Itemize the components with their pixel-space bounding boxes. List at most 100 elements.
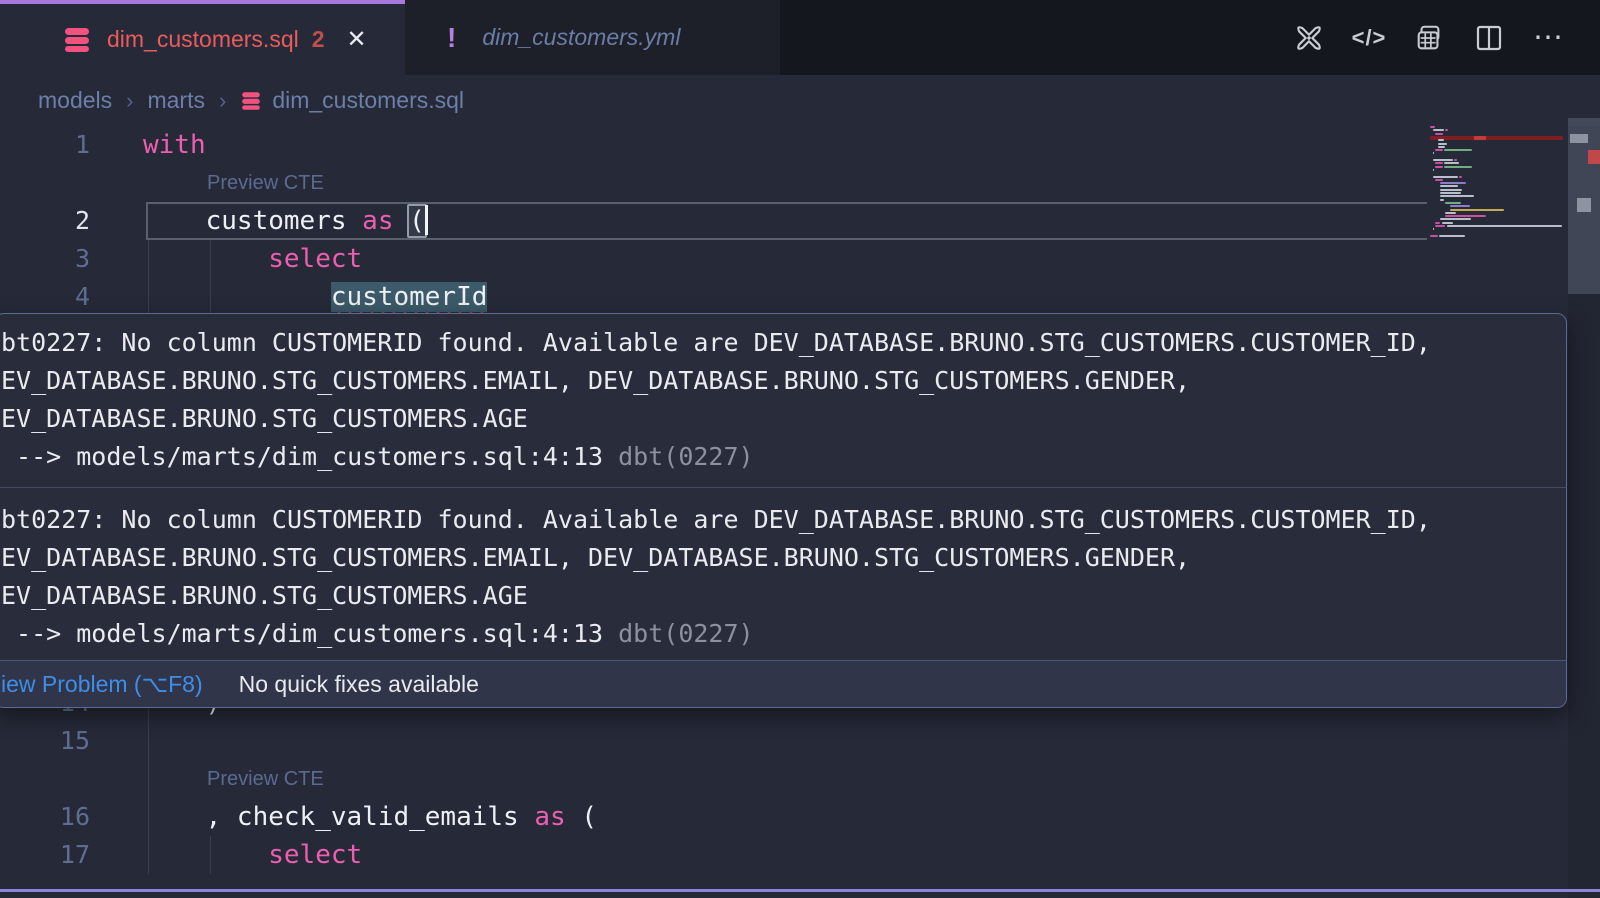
- ruler-marker: [1570, 134, 1588, 143]
- minimap-line: [1445, 129, 1448, 131]
- selected-identifier: customerId: [331, 282, 488, 312]
- code-lens-row[interactable]: Preview CTE: [0, 164, 1600, 202]
- more-actions-icon[interactable]: ⋯: [1534, 23, 1564, 53]
- indent-guide: [210, 836, 211, 874]
- close-icon[interactable]: ✕: [347, 25, 367, 54]
- tab-dim-customers-sql[interactable]: dim_customers.sql 2 ✕: [0, 0, 405, 75]
- minimap-line: [1435, 225, 1445, 227]
- minimap-line: [1444, 166, 1472, 168]
- minimap-line: [1440, 185, 1458, 187]
- text-cursor: [425, 205, 428, 235]
- breadcrumb-item-models[interactable]: models: [38, 87, 112, 114]
- minimap-line: [1459, 176, 1462, 178]
- error-line: bt0227: No column CUSTOMERID found. Avai…: [1, 501, 1556, 539]
- minimap-line: [1433, 152, 1434, 154]
- minimap-line: [1430, 126, 1435, 128]
- minimap-line: [1440, 218, 1471, 220]
- code-lens-row[interactable]: Preview CTE: [0, 760, 1600, 798]
- quick-fix-message: No quick fixes available: [239, 671, 479, 698]
- error-line: EV_DATABASE.BRUNO.STG_CUSTOMERS.AGE: [1, 577, 1556, 615]
- minimap-line: [1447, 225, 1562, 227]
- error-block: bt0227: No column CUSTOMERID found. Avai…: [0, 314, 1566, 484]
- tab-label: dim_customers.yml: [482, 24, 680, 51]
- minimap-line: [1440, 195, 1473, 197]
- error-location: --> models/marts/dim_customers.sql:4:13 …: [1, 615, 1556, 653]
- block-separator: [0, 487, 1566, 488]
- minimap-line: [1442, 222, 1454, 224]
- error-line: EV_DATABASE.BRUNO.STG_CUSTOMERS.EMAIL, D…: [1, 362, 1556, 400]
- dbt-icon[interactable]: [1294, 23, 1324, 53]
- error-line: EV_DATABASE.BRUNO.STG_CUSTOMERS.AGE: [1, 400, 1556, 438]
- minimap-line: [1440, 192, 1460, 194]
- code-line[interactable]: 15: [0, 722, 1600, 760]
- code-text: customers as (: [143, 202, 428, 240]
- minimap-line: [1435, 162, 1443, 164]
- tab-label: dim_customers.sql: [107, 26, 299, 53]
- minimap-error-line: [1474, 136, 1487, 140]
- minimap-line: [1433, 159, 1453, 161]
- code-text: select: [143, 836, 362, 874]
- editor-toolbar: </> ⋯: [1294, 0, 1564, 75]
- preview-cte-lens[interactable]: Preview CTE: [207, 760, 324, 798]
- minimap-line: [1445, 202, 1460, 204]
- tab-dim-customers-yml[interactable]: ! dim_customers.yml: [405, 0, 780, 75]
- error-block: bt0227: No column CUSTOMERID found. Avai…: [0, 491, 1566, 661]
- database-icon: [240, 90, 262, 112]
- minimap-line: [1435, 179, 1443, 181]
- breadcrumb-file-label: dim_customers.sql: [272, 87, 464, 114]
- code-line[interactable]: 4 customerId: [0, 278, 1600, 316]
- minimap-error-line: [1430, 136, 1563, 140]
- line-number: 4: [0, 278, 90, 316]
- error-code: dbt(0227): [603, 442, 754, 471]
- minimap-line: [1445, 215, 1486, 217]
- minimap[interactable]: [1430, 126, 1568, 256]
- breadcrumb-item-marts[interactable]: marts: [147, 87, 205, 114]
- query-results-icon[interactable]: [1414, 23, 1444, 53]
- vscode-window: dim_customers.sql 2 ✕ ! dim_customers.ym…: [0, 0, 1600, 898]
- minimap-line: [1440, 189, 1462, 191]
- chevron-right-icon: ›: [219, 88, 226, 114]
- line-number: 3: [0, 240, 90, 278]
- minimap-line: [1439, 235, 1465, 237]
- code-text: customerId: [143, 278, 487, 316]
- breadcrumb-item-file[interactable]: dim_customers.sql: [240, 87, 464, 114]
- minimap-line: [1433, 176, 1459, 178]
- code-line[interactable]: 1with: [0, 126, 1600, 164]
- code-icon[interactable]: </>: [1354, 23, 1384, 53]
- code-editor[interactable]: 1withPreview CTE2 customers as (3 select…: [0, 126, 1600, 898]
- minimap-line: [1438, 146, 1446, 148]
- minimap-line: [1433, 228, 1434, 230]
- code-text: , check_valid_emails as (: [143, 798, 597, 836]
- code-line[interactable]: 17 select: [0, 836, 1600, 874]
- error-hover-popup: bt0227: No column CUSTOMERID found. Avai…: [0, 313, 1567, 708]
- code-line[interactable]: 16 , check_valid_emails as (: [0, 798, 1600, 836]
- warning-icon: !: [447, 22, 456, 54]
- minimap-line: [1430, 235, 1438, 237]
- hover-status-bar: iew Problem (⌥F8) No quick fixes availab…: [0, 660, 1566, 707]
- line-number: 17: [0, 836, 90, 874]
- indent-guide: [210, 240, 211, 313]
- minimap-line: [1450, 209, 1504, 211]
- minimap-line: [1438, 143, 1447, 145]
- line-number: 15: [0, 722, 90, 760]
- line-number: 2: [0, 202, 90, 240]
- panel-divider: [0, 889, 1600, 892]
- split-editor-icon[interactable]: [1474, 23, 1504, 53]
- minimap-line: [1435, 149, 1443, 151]
- breadcrumb: models › marts › dim_customers.sql: [0, 75, 1600, 126]
- minimap-line: [1438, 139, 1444, 141]
- minimap-line: [1435, 166, 1443, 168]
- code-text: with: [143, 126, 206, 164]
- code-line[interactable]: 3 select: [0, 240, 1600, 278]
- view-problem-link[interactable]: iew Problem (⌥F8): [1, 671, 203, 698]
- preview-cte-lens[interactable]: Preview CTE: [207, 164, 324, 202]
- error-line: bt0227: No column CUSTOMERID found. Avai…: [1, 324, 1556, 362]
- ruler-marker: [1577, 198, 1591, 212]
- line-number: 16: [0, 798, 90, 836]
- minimap-line: [1440, 199, 1444, 201]
- tab-problem-count: 2: [312, 26, 325, 53]
- minimap-line: [1454, 159, 1457, 161]
- minimap-line: [1440, 182, 1466, 184]
- minimap-line: [1433, 129, 1445, 131]
- code-line[interactable]: 2 customers as (: [0, 202, 1600, 240]
